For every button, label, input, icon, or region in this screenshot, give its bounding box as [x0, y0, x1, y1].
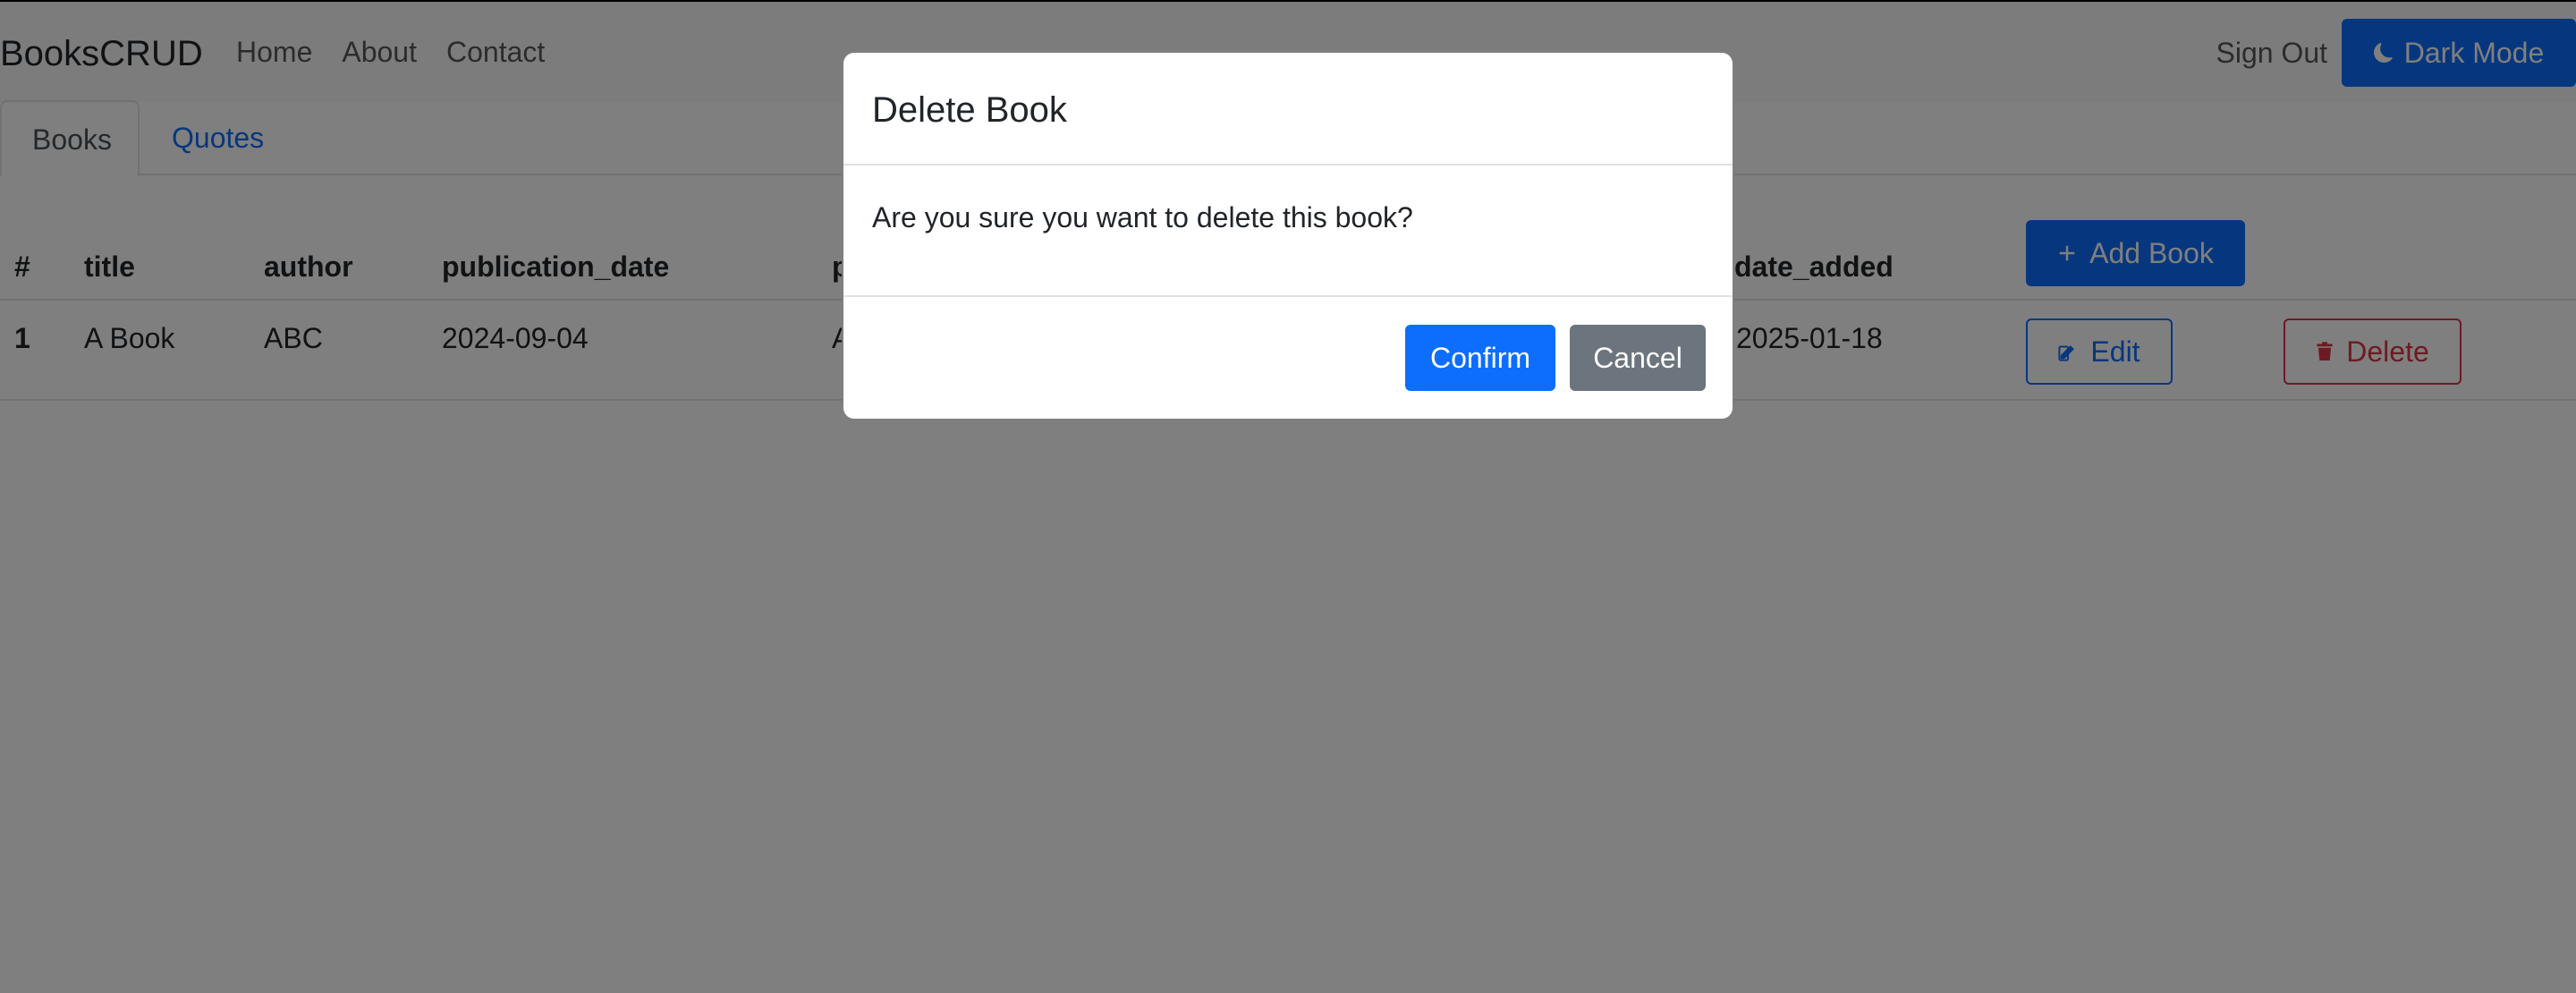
modal-title: Delete Book: [872, 90, 1067, 130]
confirm-button[interactable]: Confirm: [1405, 325, 1555, 391]
modal-header: Delete Book: [843, 53, 1733, 166]
modal-message: Are you sure you want to delete this boo…: [872, 201, 1413, 233]
app-page: BooksCRUD Home About Contact Sign Out Da…: [0, 0, 2576, 993]
cancel-button[interactable]: Cancel: [1570, 325, 1706, 391]
modal-footer-divider: [843, 295, 1733, 297]
delete-book-modal: Delete Book Are you sure you want to del…: [842, 51, 1734, 420]
